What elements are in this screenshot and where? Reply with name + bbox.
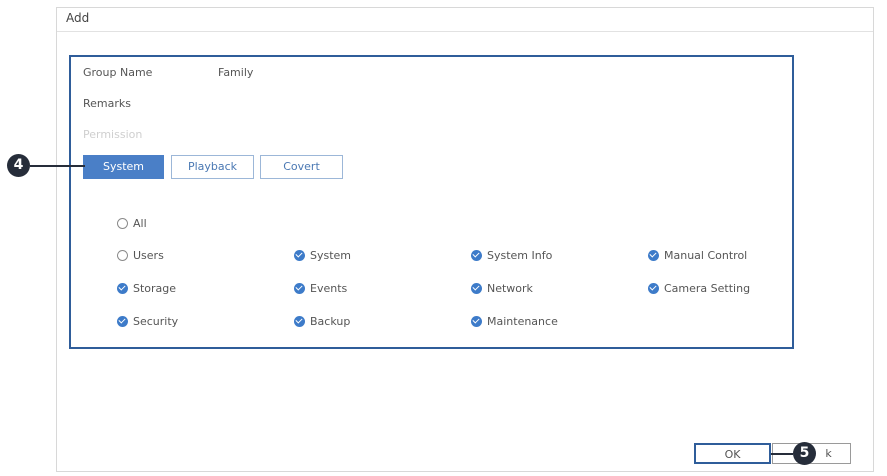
radio-unchecked-icon (117, 249, 128, 261)
perm-system-info-checkbox[interactable]: System Info (471, 247, 552, 263)
group-name-field[interactable]: Family (218, 66, 253, 79)
perm-network-checkbox[interactable]: Network (471, 280, 533, 296)
perm-maintenance-checkbox[interactable]: Maintenance (471, 313, 558, 329)
perm-backup-checkbox[interactable]: Backup (294, 313, 350, 329)
tab-covert[interactable]: Covert (260, 155, 343, 179)
perm-label: Camera Setting (664, 281, 751, 295)
check-circle-icon (294, 282, 305, 294)
perm-events-checkbox[interactable]: Events (294, 280, 347, 296)
check-circle-icon (294, 315, 305, 327)
perm-manual-control-checkbox[interactable]: Manual Control (648, 247, 747, 263)
callout-badge-4: 4 (7, 154, 30, 177)
perm-all-checkbox[interactable]: All (117, 215, 147, 231)
perm-camera-setting-checkbox[interactable]: Camera Setting (648, 280, 750, 296)
check-circle-icon (117, 315, 128, 327)
highlight-box (69, 55, 794, 349)
check-circle-icon (648, 249, 659, 261)
perm-label: Users (133, 248, 164, 262)
perm-label: Network (487, 281, 533, 295)
perm-users-checkbox[interactable]: Users (117, 247, 164, 263)
check-circle-icon (471, 315, 482, 327)
radio-unchecked-icon (117, 217, 128, 229)
group-name-label: Group Name (83, 66, 153, 79)
perm-label: Security (133, 314, 179, 328)
perm-label: Maintenance (487, 314, 558, 328)
check-circle-icon (117, 282, 128, 294)
perm-label: System (310, 248, 352, 262)
perm-label: Manual Control (664, 248, 748, 262)
check-circle-icon (294, 249, 305, 261)
callout-leader-line (771, 453, 793, 455)
dialog-title: Add (66, 11, 90, 25)
perm-system-checkbox[interactable]: System (294, 247, 351, 263)
title-divider (57, 31, 873, 32)
perm-label: Events (310, 281, 348, 295)
perm-label: Backup (310, 314, 351, 328)
callout-leader-line (30, 165, 85, 167)
check-circle-icon (471, 249, 482, 261)
check-circle-icon (471, 282, 482, 294)
perm-storage-checkbox[interactable]: Storage (117, 280, 176, 296)
tab-playback[interactable]: Playback (171, 155, 254, 179)
perm-label: System Info (487, 248, 553, 262)
perm-all-label: All (133, 216, 147, 230)
permission-label: Permission (83, 128, 143, 141)
ok-button[interactable]: OK (694, 443, 771, 464)
callout-badge-5: 5 (793, 442, 816, 465)
remarks-label: Remarks (83, 97, 131, 110)
tab-system[interactable]: System (83, 155, 164, 179)
perm-label: Storage (133, 281, 177, 295)
perm-security-checkbox[interactable]: Security (117, 313, 178, 329)
check-circle-icon (648, 282, 659, 294)
